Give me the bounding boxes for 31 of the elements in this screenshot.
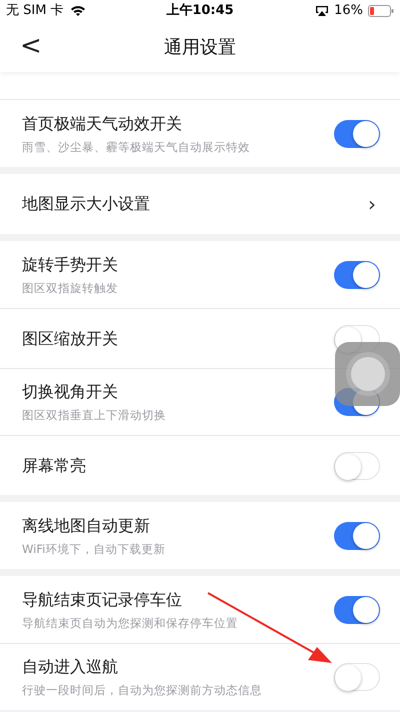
battery-text: 16% bbox=[334, 2, 364, 20]
setting-title: 地图显示大小设置 bbox=[22, 194, 151, 214]
toggle-switch[interactable] bbox=[334, 596, 380, 624]
setting-description: WiFi环境下，自动下载更新 bbox=[22, 542, 166, 556]
toggle-switch[interactable] bbox=[334, 452, 380, 480]
setting-title: 切换视角开关 bbox=[22, 382, 119, 402]
setting-title: 首页极端天气动效开关 bbox=[22, 114, 183, 134]
battery-icon bbox=[368, 5, 394, 17]
clock-text: 上午10:45 bbox=[166, 2, 234, 20]
setting-description: 图区双指旋转触发 bbox=[22, 280, 119, 294]
toggle-switch[interactable] bbox=[334, 260, 380, 288]
setting-description: 雨雪、沙尘暴、霾等极端天气自动展示特效 bbox=[22, 140, 251, 154]
toggle-switch[interactable] bbox=[334, 120, 380, 148]
setting-title: 旋转手势开关 bbox=[22, 254, 119, 274]
setting-title: 图区缩放开关 bbox=[22, 328, 119, 348]
airplay-icon bbox=[315, 5, 330, 17]
setting-title: 屏幕常亮 bbox=[22, 456, 87, 476]
chevron-icon: › bbox=[368, 189, 380, 219]
toggle-switch[interactable] bbox=[334, 522, 380, 550]
setting-description: 导航结束页自动为您探测和保存停车位置 bbox=[22, 616, 239, 630]
setting-title: 自动进入巡航 bbox=[22, 657, 119, 677]
back-button[interactable]: < bbox=[16, 32, 46, 60]
assistive-touch-menu[interactable] bbox=[335, 342, 400, 406]
setting-title: 导航结束页记录停车位 bbox=[22, 590, 183, 610]
setting-description: 图区双指垂直上下滑动切换 bbox=[22, 408, 167, 422]
carrier-text: 无 SIM 卡 bbox=[6, 2, 64, 20]
setting-description: 行驶一段时间后，自动为您探测前方动态信息 bbox=[22, 683, 263, 697]
setting-title: 离线地图自动更新 bbox=[22, 516, 151, 536]
wifi-icon bbox=[70, 5, 86, 17]
toggle-switch[interactable] bbox=[334, 663, 380, 691]
page-title: 通用设置 bbox=[164, 36, 236, 58]
